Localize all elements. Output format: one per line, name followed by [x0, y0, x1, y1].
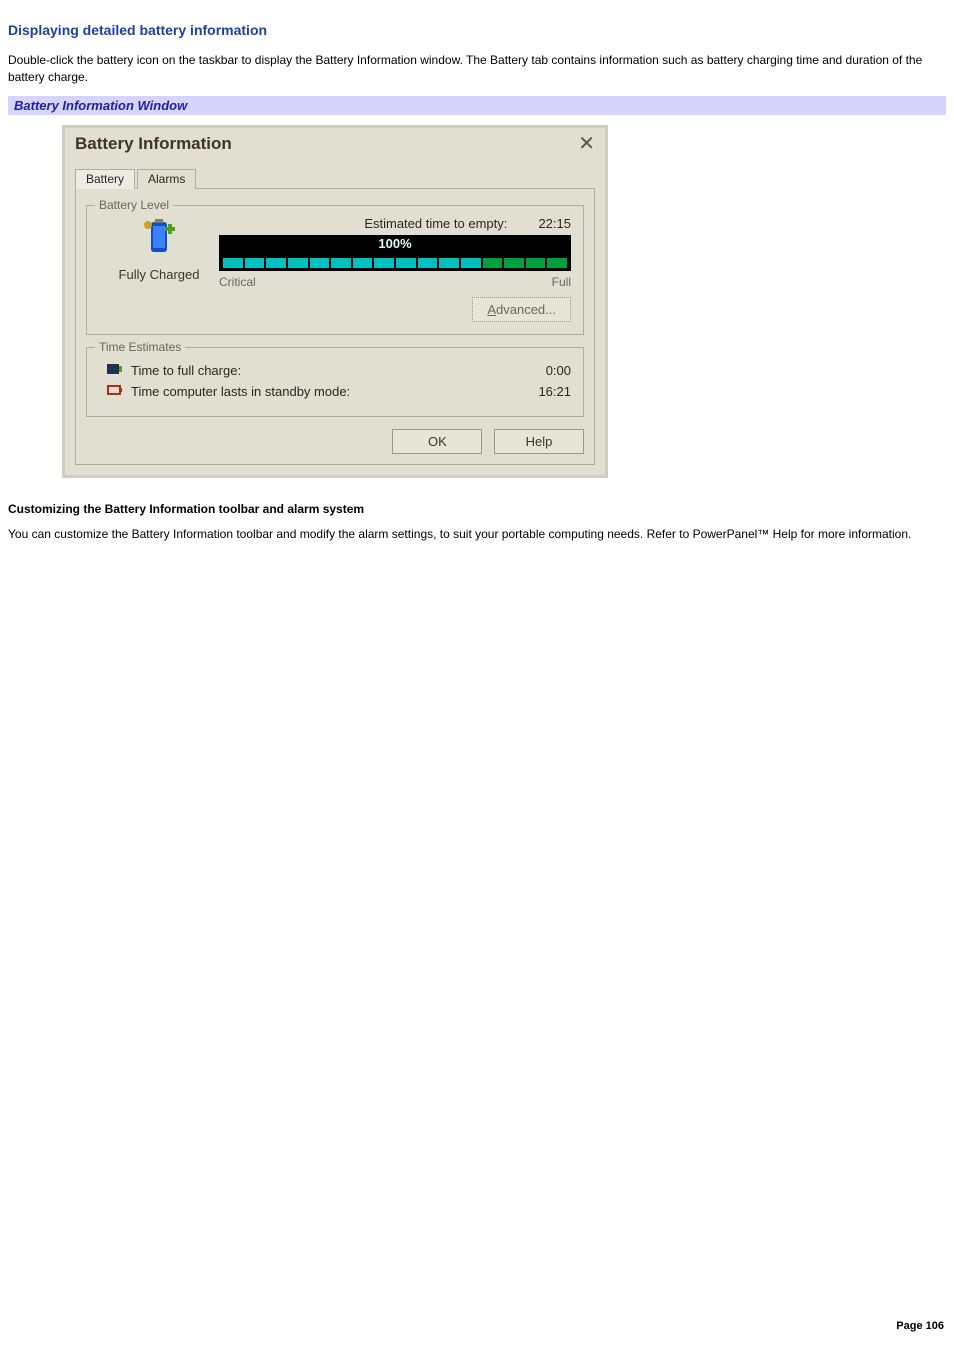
bar-critical-label: Critical: [219, 275, 256, 289]
help-button[interactable]: Help: [494, 429, 584, 454]
est-empty-value: 22:15: [511, 216, 571, 231]
dialog-button-row: OK Help: [86, 429, 584, 454]
battery-icon: [137, 216, 181, 260]
time-standby-value: 16:21: [511, 384, 571, 399]
document-page: Displaying detailed battery information …: [0, 0, 954, 1340]
est-empty-label: Estimated time to empty:: [364, 216, 507, 231]
tab-battery[interactable]: Battery: [75, 169, 135, 189]
time-standby-label: Time computer lasts in standby mode:: [131, 384, 511, 399]
battery-status-text: Fully Charged: [99, 267, 219, 282]
ok-button[interactable]: OK: [392, 429, 482, 454]
dialog-title: Battery Information: [75, 134, 232, 154]
battery-small-icon: [105, 383, 125, 400]
dialog-body: Battery Level Fully Charged: [75, 189, 595, 465]
advanced-button[interactable]: Advanced...: [472, 297, 571, 322]
bar-full-label: Full: [552, 275, 571, 289]
tab-alarms[interactable]: Alarms: [137, 169, 196, 189]
battery-icon-block: Fully Charged: [99, 216, 219, 282]
tab-row: Battery Alarms: [75, 168, 595, 189]
plug-icon: [105, 362, 125, 379]
close-icon[interactable]: ✕: [578, 134, 595, 154]
time-estimates-legend: Time Estimates: [95, 340, 185, 354]
time-full-charge-label: Time to full charge:: [131, 363, 511, 378]
subsection-text: You can customize the Battery Informatio…: [8, 526, 946, 543]
page-number: Page 106: [896, 1320, 944, 1332]
battery-level-group: Battery Level Fully Charged: [86, 205, 584, 335]
battery-info-dialog: Battery Information ✕ Battery Alarms Bat…: [62, 125, 608, 478]
battery-level-legend: Battery Level: [95, 198, 173, 212]
intro-text: Double-click the battery icon on the tas…: [8, 52, 946, 86]
subsection-heading: Customizing the Battery Information tool…: [8, 502, 946, 516]
dialog-titlebar: Battery Information ✕: [65, 128, 605, 160]
time-estimates-group: Time Estimates Time to full charge: 0:00…: [86, 347, 584, 417]
time-full-charge-value: 0:00: [511, 363, 571, 378]
level-percent: 100%: [219, 236, 571, 251]
section-heading: Displaying detailed battery information: [8, 22, 946, 38]
level-bar: 100%: [219, 235, 571, 271]
figure-caption: Battery Information Window: [8, 96, 946, 115]
